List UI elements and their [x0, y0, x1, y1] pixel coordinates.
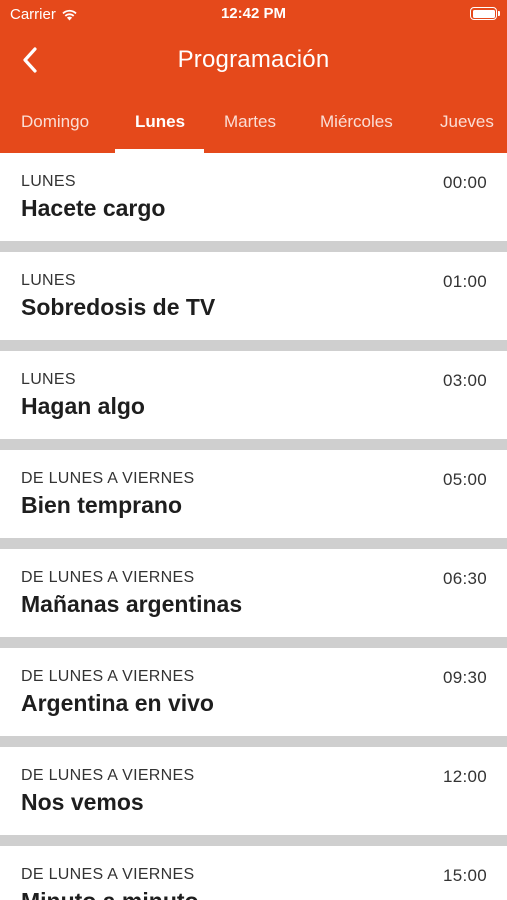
program-title: Sobredosis de TV: [21, 294, 216, 320]
program-time: 03:00: [442, 371, 487, 390]
tab-lunes[interactable]: Lunes: [135, 95, 185, 153]
program-time: 06:30: [442, 569, 487, 588]
tab-jueves[interactable]: Jueves: [440, 95, 494, 153]
program-day: LUNES: [21, 173, 76, 190]
program-day: DE LUNES A VIERNES: [21, 866, 195, 883]
program-time: 15:00: [442, 866, 487, 885]
program-row[interactable]: LUNES 01:00 Sobredosis de TV: [0, 252, 507, 340]
program-row[interactable]: DE LUNES A VIERNES 05:00 Bien temprano: [0, 450, 507, 538]
tab-label: Lunes: [135, 112, 186, 131]
program-time: 00:00: [442, 173, 487, 192]
program-day: LUNES: [21, 272, 76, 289]
program-day: LUNES: [21, 371, 76, 388]
program-day: DE LUNES A VIERNES: [21, 767, 195, 784]
tab-label: Miércoles: [320, 112, 393, 131]
tab-domingo[interactable]: Domingo: [21, 95, 89, 153]
tab-label: Martes: [224, 112, 276, 131]
day-tabs: Domingo Lunes Martes Miércoles Jueves: [0, 95, 507, 153]
program-title: Mañanas argentinas: [21, 591, 243, 617]
status-bar: Carrier 12:42 PM: [0, 0, 507, 28]
navigation-bar: Programación: [0, 30, 507, 90]
status-time: 12:42 PM: [220, 5, 287, 22]
program-row[interactable]: LUNES 00:00 Hacete cargo: [0, 153, 507, 241]
tab-label: Domingo: [21, 112, 90, 131]
program-row[interactable]: DE LUNES A VIERNES 12:00 Nos vemos: [0, 747, 507, 835]
program-day: DE LUNES A VIERNES: [21, 668, 195, 685]
program-day: DE LUNES A VIERNES: [21, 569, 195, 586]
program-time: 05:00: [442, 470, 487, 489]
program-row[interactable]: DE LUNES A VIERNES 06:30 Mañanas argenti…: [0, 549, 507, 637]
program-row[interactable]: DE LUNES A VIERNES 15:00 Minuto a minuto: [0, 846, 507, 900]
program-time: 01:00: [442, 272, 487, 291]
program-day: DE LUNES A VIERNES: [21, 470, 195, 487]
program-row[interactable]: DE LUNES A VIERNES 09:30 Argentina en vi…: [0, 648, 507, 736]
tab-label: Jueves: [440, 112, 494, 131]
program-title: Minuto a minuto: [21, 888, 199, 900]
program-time: 12:00: [442, 767, 487, 786]
program-title: Argentina en vivo: [21, 690, 214, 716]
page-title: Programación: [177, 46, 330, 73]
program-title: Bien temprano: [21, 492, 183, 518]
program-list[interactable]: LUNES 00:00 Hacete cargo LUNES 01:00 Sob…: [0, 153, 507, 900]
tab-miercoles[interactable]: Miércoles: [320, 95, 393, 153]
program-title: Hacete cargo: [21, 195, 166, 221]
tab-martes[interactable]: Martes: [224, 95, 276, 153]
app-header: Carrier 12:42 PM Programación Domingo Lu…: [0, 0, 507, 153]
program-time: 09:30: [442, 668, 487, 687]
battery-icon: [470, 7, 500, 20]
program-title: Nos vemos: [21, 789, 144, 815]
program-title: Hagan algo: [21, 393, 145, 419]
program-row[interactable]: LUNES 03:00 Hagan algo: [0, 351, 507, 439]
